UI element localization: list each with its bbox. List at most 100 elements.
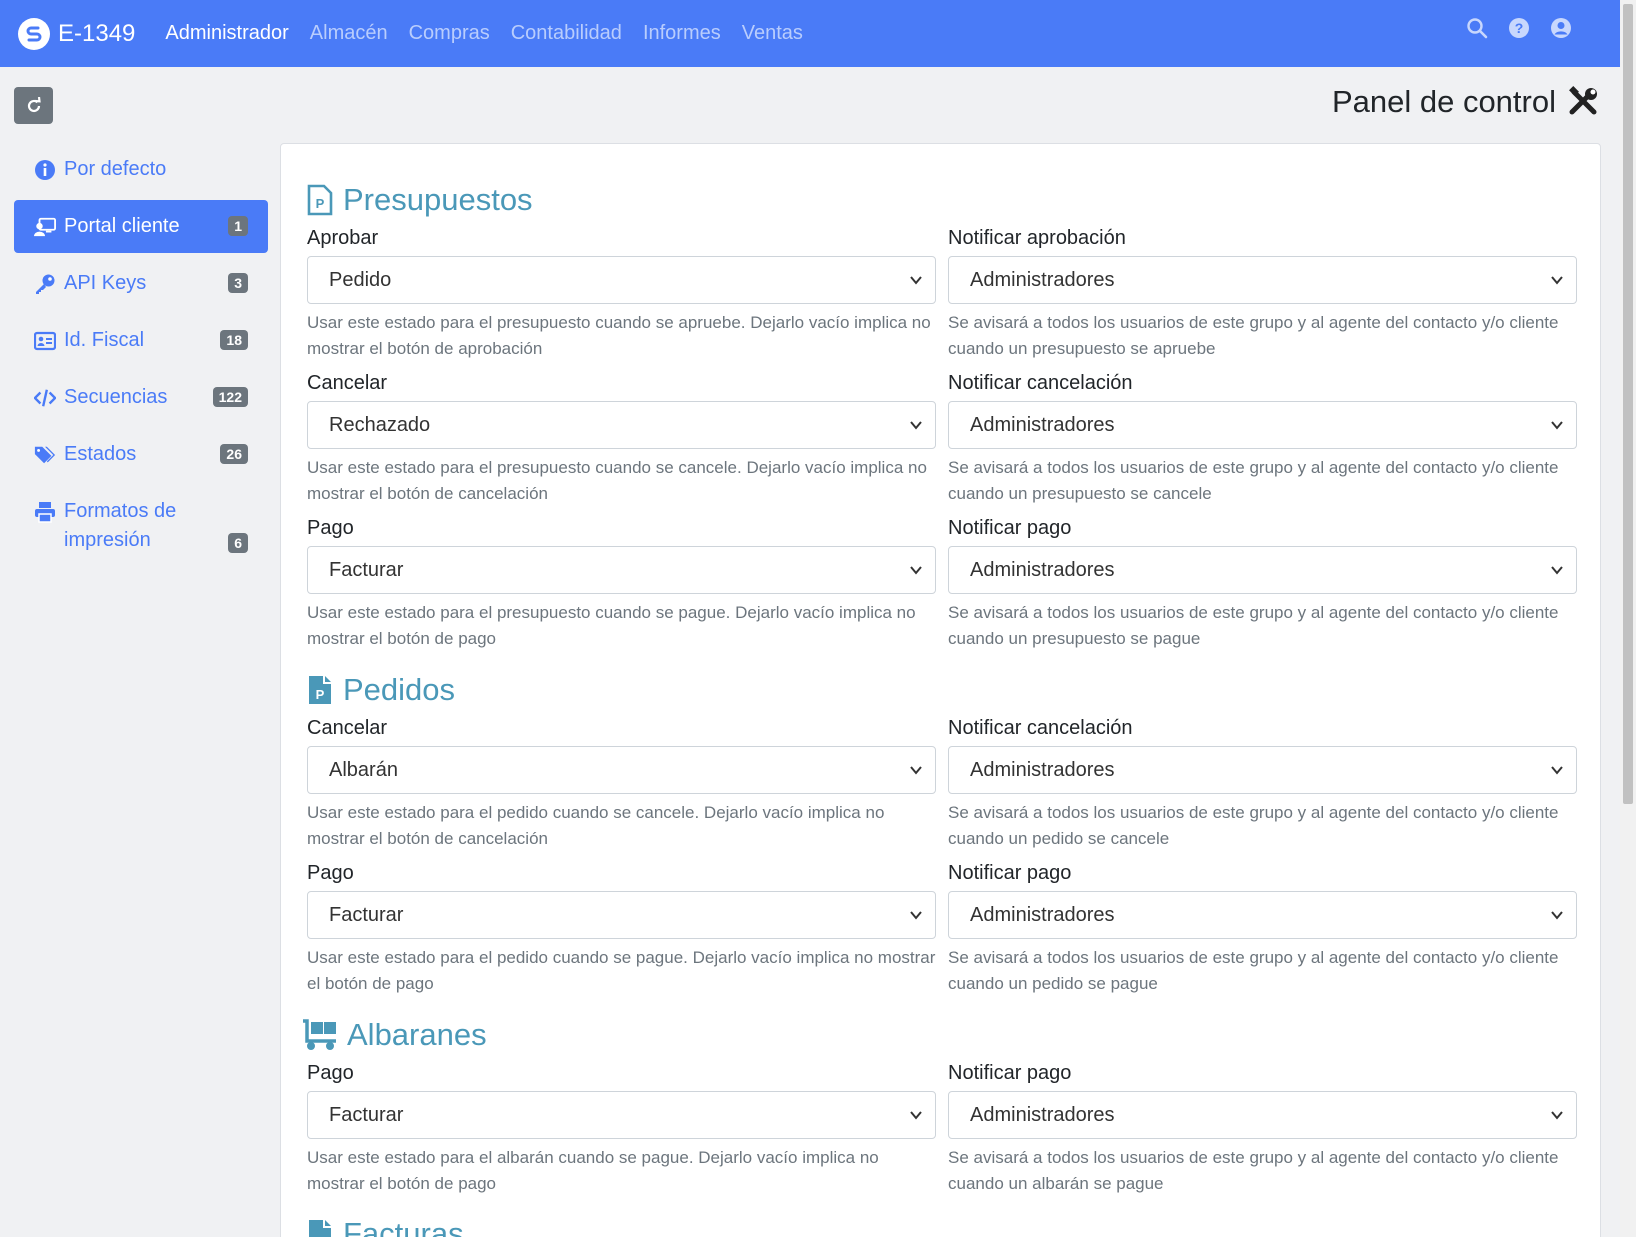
page-scrollbar[interactable] bbox=[1620, 0, 1636, 1237]
sidebar-item-secuencias[interactable]: Secuencias 122 bbox=[14, 371, 268, 424]
albaran-pago-select[interactable]: Facturar bbox=[307, 1091, 936, 1139]
page-title-text: Panel de control bbox=[1331, 84, 1556, 119]
aprobar-select[interactable]: Pedido bbox=[307, 256, 936, 304]
field-albaran-notificar-pago: Notificar pago Administradores Se avisar… bbox=[948, 1059, 1577, 1197]
chevron-down-icon bbox=[1551, 276, 1563, 285]
field-presupuesto-notificar-aprobacion: Notificar aprobación Administradores Se … bbox=[948, 224, 1577, 362]
nav-contabilidad[interactable]: Contabilidad bbox=[511, 22, 622, 45]
field-help: Se avisará a todos los usuarios de este … bbox=[948, 948, 1559, 993]
field-help: Usar este estado para el pedido cuando s… bbox=[307, 948, 936, 993]
sidebar-item-label: Formatos de impresión bbox=[64, 500, 177, 551]
refresh-button[interactable] bbox=[14, 87, 53, 124]
help-icon[interactable]: ? bbox=[1508, 17, 1530, 39]
count-badge: 3 bbox=[228, 273, 248, 293]
pago-select[interactable]: Facturar bbox=[307, 546, 936, 594]
nav-almacen[interactable]: Almacén bbox=[310, 22, 388, 45]
nav-informes[interactable]: Informes bbox=[643, 22, 721, 45]
field-label: Notificar pago bbox=[948, 517, 1072, 539]
tags-icon bbox=[34, 446, 56, 464]
print-icon bbox=[35, 502, 55, 523]
field-label: Notificar aprobación bbox=[948, 227, 1126, 249]
select-value: Albarán bbox=[329, 758, 398, 781]
field-pedido-notificar-cancelacion: Notificar cancelación Administradores Se… bbox=[948, 714, 1577, 852]
pedido-cancelar-select[interactable]: Albarán bbox=[307, 746, 936, 794]
notificar-pago-select[interactable]: Administradores bbox=[948, 546, 1577, 594]
section-title-text: Facturas bbox=[343, 1216, 464, 1237]
select-value: Administradores bbox=[970, 903, 1115, 926]
chevron-down-icon bbox=[910, 566, 922, 575]
field-label: Pago bbox=[307, 1062, 354, 1084]
select-value: Administradores bbox=[970, 758, 1115, 781]
select-value: Administradores bbox=[970, 558, 1115, 581]
field-label: Pago bbox=[307, 862, 354, 884]
pedido-pago-select[interactable]: Facturar bbox=[307, 891, 936, 939]
file-invoice-icon: P bbox=[307, 184, 333, 216]
chevron-down-icon bbox=[1551, 421, 1563, 430]
field-pedido-notificar-pago: Notificar pago Administradores Se avisar… bbox=[948, 859, 1577, 997]
cancelar-select[interactable]: Rechazado bbox=[307, 401, 936, 449]
count-badge: 6 bbox=[228, 533, 248, 553]
field-help: Usar este estado para el presupuesto cua… bbox=[307, 603, 916, 648]
field-label: Cancelar bbox=[307, 717, 388, 739]
field-help: Se avisará a todos los usuarios de este … bbox=[948, 313, 1559, 358]
notificar-cancelacion-select[interactable]: Administradores bbox=[948, 401, 1577, 449]
svg-text:P: P bbox=[316, 687, 325, 702]
pedido-notificar-pago-select[interactable]: Administradores bbox=[948, 891, 1577, 939]
nav-compras[interactable]: Compras bbox=[409, 22, 490, 45]
chevron-down-icon bbox=[1551, 1111, 1563, 1120]
field-presupuesto-cancelar: Cancelar Rechazado Usar este estado para… bbox=[307, 369, 936, 507]
albaran-notificar-pago-select[interactable]: Administradores bbox=[948, 1091, 1577, 1139]
sidebar-item-label: Portal cliente bbox=[64, 215, 180, 237]
nav-administrador[interactable]: Administrador bbox=[165, 22, 288, 45]
portal-icon bbox=[34, 217, 56, 237]
select-value: Pedido bbox=[329, 268, 392, 291]
field-help: Usar este estado para el pedido cuando s… bbox=[307, 803, 885, 848]
select-value: Administradores bbox=[970, 1103, 1115, 1126]
field-label: Notificar pago bbox=[948, 1062, 1072, 1084]
sidebar-item-label: Por defecto bbox=[64, 158, 167, 180]
pedido-notificar-cancelacion-select[interactable]: Administradores bbox=[948, 746, 1577, 794]
field-help: Usar este estado para el albarán cuando … bbox=[307, 1148, 879, 1193]
field-pedido-cancelar: Cancelar Albarán Usar este estado para e… bbox=[307, 714, 936, 852]
select-value: Facturar bbox=[329, 1103, 404, 1126]
select-value: Facturar bbox=[329, 903, 404, 926]
select-value: Rechazado bbox=[329, 413, 431, 436]
tools-icon bbox=[1569, 86, 1597, 115]
brand[interactable]: E-1349 bbox=[18, 17, 135, 50]
field-help: Se avisará a todos los usuarios de este … bbox=[948, 803, 1559, 848]
field-label: Aprobar bbox=[307, 227, 379, 249]
sidebar-item-api-keys[interactable]: API Keys 3 bbox=[14, 257, 268, 310]
notificar-aprobacion-select[interactable]: Administradores bbox=[948, 256, 1577, 304]
field-help: Usar este estado para el presupuesto cua… bbox=[307, 458, 927, 503]
sidebar-item-estados[interactable]: Estados 26 bbox=[14, 428, 268, 481]
search-icon[interactable] bbox=[1466, 17, 1488, 39]
field-label: Notificar cancelación bbox=[948, 372, 1133, 394]
field-help: Se avisará a todos los usuarios de este … bbox=[948, 603, 1559, 648]
field-label: Cancelar bbox=[307, 372, 388, 394]
chevron-down-icon bbox=[910, 421, 922, 430]
count-badge: 1 bbox=[228, 216, 248, 236]
select-value: Facturar bbox=[329, 558, 404, 581]
dolly-icon bbox=[303, 1019, 336, 1050]
sidebar-item-formatos-impresion[interactable]: Formatos de impresión 6 bbox=[14, 485, 268, 567]
select-value: Administradores bbox=[970, 268, 1115, 291]
field-pedido-pago: Pago Facturar Usar este estado para el p… bbox=[307, 859, 936, 997]
user-icon[interactable] bbox=[1550, 17, 1572, 39]
chevron-down-icon bbox=[1551, 911, 1563, 920]
scrollbar-thumb[interactable] bbox=[1623, 4, 1633, 804]
chevron-down-icon bbox=[910, 276, 922, 285]
sidebar-item-por-defecto[interactable]: Por defecto bbox=[14, 143, 268, 196]
section-title-text: Presupuestos bbox=[343, 182, 533, 217]
sidebar-item-portal-cliente[interactable]: Portal cliente 1 bbox=[14, 200, 268, 253]
nav-ventas[interactable]: Ventas bbox=[742, 22, 803, 45]
count-badge: 122 bbox=[212, 387, 248, 407]
settings-card: P Presupuestos Aprobar Pedido Usar este … bbox=[280, 143, 1601, 1237]
section-title-albaranes: Albaranes bbox=[301, 1017, 487, 1053]
file-order-icon: P bbox=[309, 676, 331, 704]
sidebar-item-id-fiscal[interactable]: Id. Fiscal 18 bbox=[14, 314, 268, 367]
chevron-down-icon bbox=[910, 1111, 922, 1120]
field-help: Usar este estado para el presupuesto cua… bbox=[307, 313, 931, 358]
key-icon bbox=[36, 274, 55, 294]
refresh-icon bbox=[27, 96, 41, 112]
field-albaran-pago: Pago Facturar Usar este estado para el a… bbox=[307, 1059, 936, 1197]
